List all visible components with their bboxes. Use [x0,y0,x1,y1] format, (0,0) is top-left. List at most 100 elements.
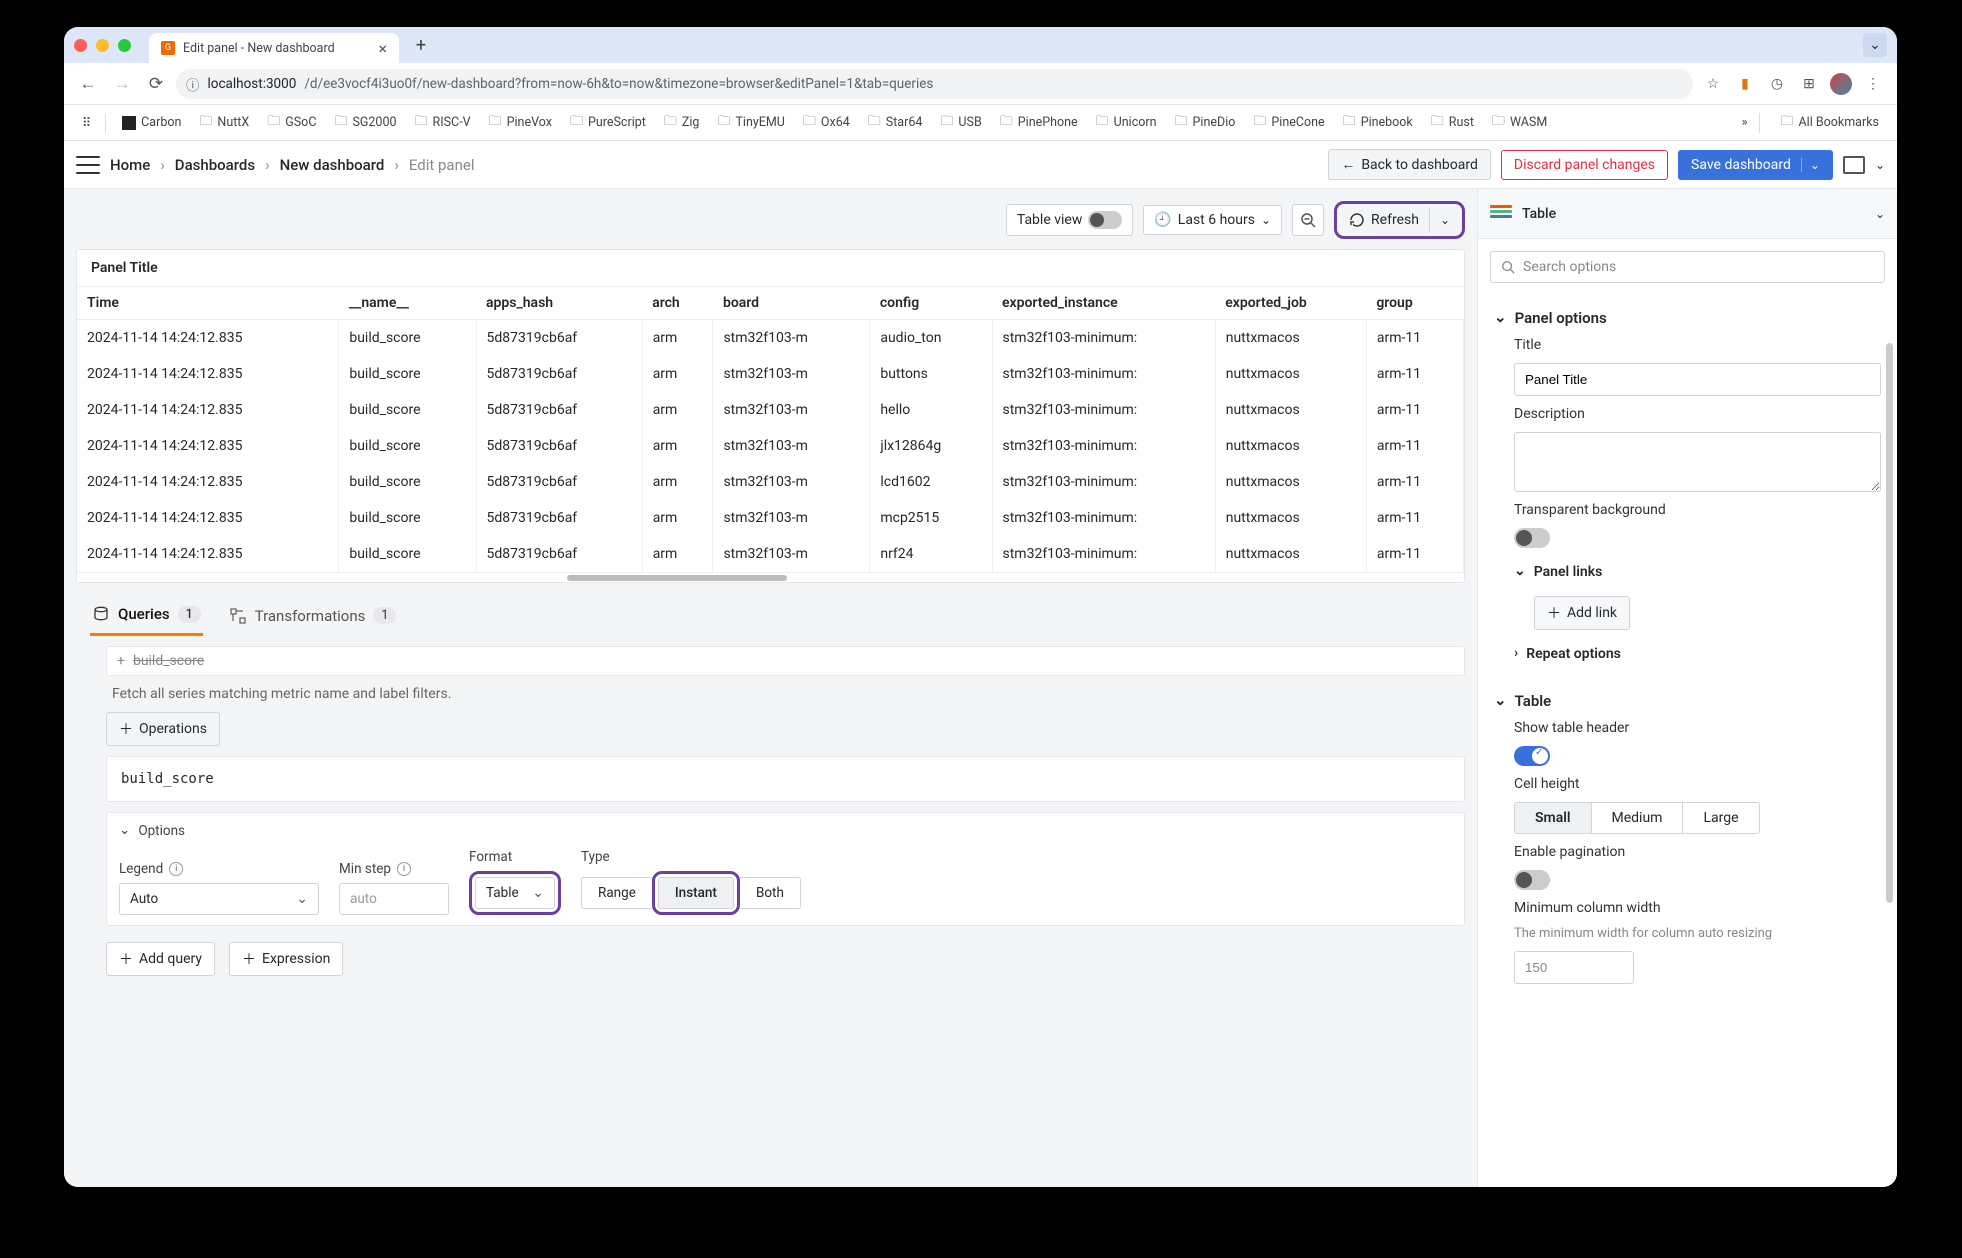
horizontal-scrollbar[interactable] [77,572,1464,582]
table-section-header[interactable]: ⌄Table [1494,688,1881,720]
bookmark-folder[interactable]: 🗀GSoC [259,109,324,137]
table-header[interactable]: exported_instance [992,287,1215,320]
search-options-input[interactable]: Search options [1490,251,1885,283]
bookmark-folder[interactable]: 🗀USB [932,109,989,137]
show-header-toggle[interactable] [1514,746,1550,766]
bookmark-folder[interactable]: 🗀Ox64 [795,109,858,137]
bookmark-folder[interactable]: 🗀PureScript [562,109,654,137]
bookmark-folder[interactable]: 🗀WASM [1484,109,1555,137]
bookmark-folder[interactable]: 🗀PinePhone [992,109,1086,137]
legend-select[interactable]: Auto [119,883,319,915]
new-tab-button[interactable]: + [407,31,435,59]
visualization-picker[interactable]: Table ⌄ [1478,189,1897,239]
query-code[interactable]: build_score [106,756,1465,802]
save-dashboard-button[interactable]: Save dashboard⌄ [1678,150,1833,180]
expression-button[interactable]: ＋Expression [229,942,343,976]
reload-icon[interactable]: ⟳ [142,70,170,98]
size-medium-button[interactable]: Medium [1592,803,1684,833]
address-bar[interactable]: ⓘ localhost:3000/d/ee3vocf4i3uo0f/new-da… [176,69,1693,99]
tab-transformations[interactable]: Transformations 1 [227,599,399,635]
browser-tab[interactable]: G Edit panel - New dashboard × [149,33,399,63]
extension-icon[interactable]: ▮ [1731,70,1759,98]
help-icon[interactable]: i [169,862,183,876]
crumb-dashboards[interactable]: Dashboards [175,156,255,174]
pagination-toggle[interactable] [1514,870,1550,890]
title-input[interactable] [1514,363,1881,396]
bookmark-folder[interactable]: 🗀Zig [656,109,708,137]
close-window-icon[interactable] [74,39,87,52]
size-small-button[interactable]: Small [1515,803,1592,833]
menu-icon[interactable] [76,156,100,174]
bookmark-star-icon[interactable]: ☆ [1699,70,1727,98]
table-header[interactable]: board [713,287,870,320]
type-range-button[interactable]: Range [582,878,652,908]
chevron-down-icon[interactable]: ⌄ [1875,158,1885,172]
minimize-window-icon[interactable] [96,39,109,52]
bookmark-folder[interactable]: Carbon [114,112,189,133]
tv-mode-icon[interactable] [1843,156,1865,174]
bookmark-folder[interactable]: 🗀PineCone [1245,109,1332,137]
table-view-toggle[interactable]: Table view [1006,204,1134,236]
bookmark-folder[interactable]: 🗀NuttX [191,109,257,137]
forward-icon[interactable]: → [108,70,136,98]
bookmarks-overflow-icon[interactable]: » [1742,115,1748,130]
bookmark-folder[interactable]: 🗀Rust [1423,109,1482,137]
chevron-down-icon[interactable]: ⌄ [1875,207,1885,221]
close-tab-icon[interactable]: × [378,39,387,58]
toggle-icon[interactable] [1088,211,1122,229]
format-select[interactable]: Table [475,877,555,909]
discard-changes-button[interactable]: Discard panel changes [1501,150,1668,180]
size-large-button[interactable]: Large [1683,803,1758,833]
chevron-down-icon[interactable]: ⌄ [1801,158,1820,172]
add-query-button[interactable]: ＋Add query [106,942,215,976]
table-header[interactable]: config [870,287,992,320]
table-header[interactable]: group [1366,287,1463,320]
add-link-button[interactable]: ＋Add link [1534,596,1630,630]
transparent-toggle[interactable] [1514,528,1550,548]
bookmark-folder[interactable]: 🗀Star64 [860,109,931,137]
back-to-dashboard-button[interactable]: ←Back to dashboard [1328,149,1491,180]
time-range-picker[interactable]: 🕘Last 6 hours⌄ [1143,205,1282,235]
bookmark-folder[interactable]: 🗀RISC-V [407,109,479,137]
options-toggle[interactable]: ⌄Options [119,823,1452,839]
bookmark-folder[interactable]: 🗀PineVox [481,109,560,137]
site-info-icon[interactable]: ⓘ [186,74,200,94]
operations-button[interactable]: ＋Operations [106,712,220,746]
crumb-new-dashboard[interactable]: New dashboard [280,156,385,174]
maximize-window-icon[interactable] [118,39,131,52]
bookmark-folder[interactable]: 🗀Pinebook [1335,109,1421,137]
extensions-puzzle-icon[interactable]: ⊞ [1795,70,1823,98]
type-instant-button[interactable]: Instant [659,878,733,908]
bookmark-folder[interactable]: 🗀SG2000 [326,109,404,137]
min-col-input[interactable] [1514,951,1634,984]
help-icon[interactable]: i [397,862,411,876]
extension-icon[interactable]: ◷ [1763,70,1791,98]
refresh-interval-dropdown[interactable]: ⌄ [1429,207,1460,233]
chevron-down-icon[interactable]: ⌄ [1863,33,1887,57]
zoom-out-icon[interactable] [1292,204,1324,236]
bookmark-folder[interactable]: 🗀PineDio [1167,109,1244,137]
profile-avatar-icon[interactable] [1827,70,1855,98]
refresh-button[interactable]: Refresh [1339,206,1429,234]
table-header[interactable]: Time [77,287,339,320]
table-header[interactable]: exported_job [1215,287,1366,320]
vertical-scrollbar[interactable] [1886,343,1893,903]
minstep-input[interactable]: auto [339,883,449,915]
description-input[interactable] [1514,432,1881,492]
crumb-home[interactable]: Home [110,156,150,174]
type-both-button[interactable]: Both [740,878,800,908]
bookmark-folder[interactable]: 🗀TinyEMU [709,109,792,137]
table-header[interactable]: __name__ [339,287,476,320]
all-bookmarks-button[interactable]: 🗀All Bookmarks [1772,109,1887,137]
table-header[interactable]: arch [642,287,713,320]
panel-options-header[interactable]: ⌄Panel options [1494,305,1881,337]
kebab-menu-icon[interactable]: ⋮ [1859,70,1887,98]
plus-icon[interactable]: + [117,653,125,669]
tab-queries[interactable]: Queries 1 [90,597,203,636]
bookmark-folder[interactable]: 🗀Unicorn [1088,109,1165,137]
repeat-options-header[interactable]: ›Repeat options [1514,640,1881,668]
back-icon[interactable]: ← [74,70,102,98]
panel-links-header[interactable]: ⌄Panel links [1514,558,1881,586]
table-header[interactable]: apps_hash [476,287,642,320]
apps-icon[interactable]: ⠿ [74,112,97,134]
